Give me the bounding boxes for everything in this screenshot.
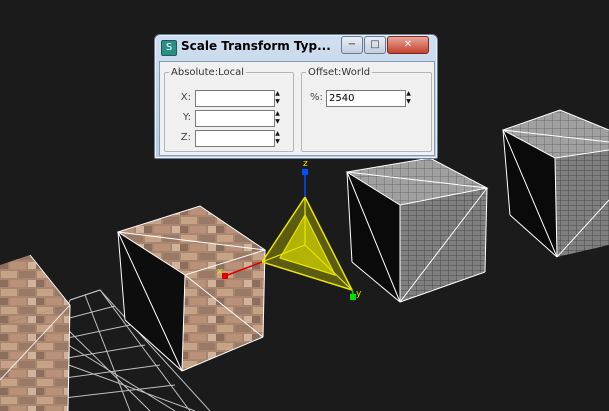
z-row: Z: ▲ ▼: [165, 130, 285, 148]
x-row: X: ▲ ▼: [165, 90, 285, 108]
z-field[interactable]: [195, 130, 275, 147]
x-label: X:: [180, 92, 191, 103]
z-label: Z:: [180, 132, 191, 143]
dialog-titlebar[interactable]: S Scale Transform Typ... − □ ✕: [155, 35, 437, 59]
x-axis-label: x: [217, 267, 223, 277]
scale-transform-dialog[interactable]: S Scale Transform Typ... − □ ✕ Absolute:…: [154, 34, 438, 159]
y-field[interactable]: [195, 110, 275, 127]
grid-cube-right[interactable]: [501, 109, 609, 258]
dialog-client-area: Absolute:Local X: ▲ ▼ Y: ▲ ▼ Z: ▲ ▼ Offset:…: [159, 61, 435, 156]
z-axis-label: z: [303, 159, 308, 169]
percent-field[interactable]: 2540: [326, 90, 406, 107]
close-button[interactable]: ✕: [387, 36, 429, 54]
percent-label: %:: [310, 92, 323, 103]
z-axis-handle[interactable]: [302, 169, 308, 175]
3ds-max-icon: S: [161, 40, 177, 56]
x-axis-handle[interactable]: [222, 273, 228, 279]
y-label: Y:: [182, 112, 191, 123]
x-field[interactable]: [195, 90, 275, 107]
y-axis-label: y: [356, 289, 362, 299]
maximize-button[interactable]: □: [364, 36, 386, 54]
y-row: Y: ▲ ▼: [165, 110, 285, 128]
z-spinner[interactable]: ▲ ▼: [273, 130, 282, 147]
absolute-local-group: Absolute:Local X: ▲ ▼ Y: ▲ ▼ Z: ▲ ▼: [164, 67, 294, 152]
offset-world-group: Offset:World %: 2540 ▲ ▼: [301, 67, 432, 152]
minimize-button[interactable]: −: [341, 36, 363, 54]
absolute-local-legend: Absolute:Local: [171, 67, 244, 78]
percent-row: %: 2540 ▲ ▼: [302, 90, 422, 108]
x-spinner[interactable]: ▲ ▼: [273, 90, 282, 107]
grid-cube-middle[interactable]: [345, 157, 489, 303]
percent-spinner[interactable]: ▲ ▼: [404, 90, 413, 107]
y-spinner[interactable]: ▲ ▼: [273, 110, 282, 127]
offset-world-legend: Offset:World: [308, 67, 371, 78]
dialog-title: Scale Transform Typ...: [181, 39, 331, 53]
brick-cube-left[interactable]: [0, 254, 71, 411]
